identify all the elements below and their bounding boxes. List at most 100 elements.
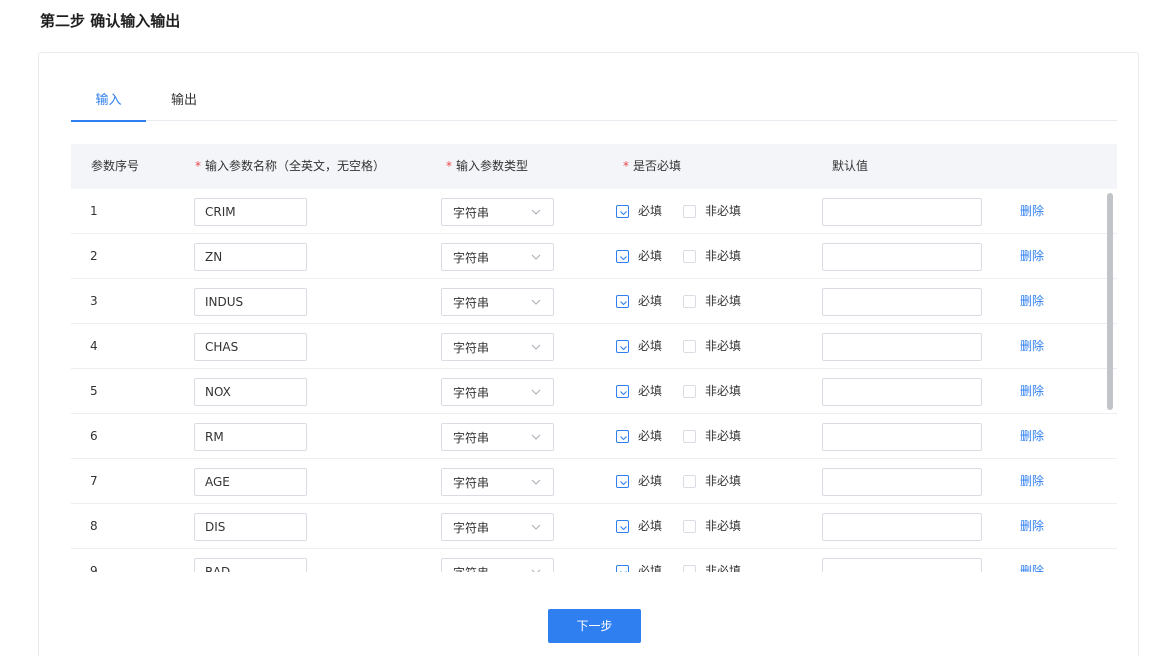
required-label: 必填 [638,519,663,533]
tab-output-label: 输出 [171,93,198,108]
param-type-value: 字符串 [453,251,490,265]
param-type-select[interactable]: 字符串 [441,198,554,226]
required-checkbox[interactable]: 必填 [616,473,662,489]
default-value-input[interactable] [822,423,982,451]
row-index: 7 [90,474,98,488]
param-type-select[interactable]: 字符串 [441,558,554,572]
row-index: 3 [90,294,98,308]
required-checkbox[interactable]: 必填 [616,428,662,444]
next-step-button[interactable]: 下一步 [548,609,641,643]
optional-checkbox[interactable]: 非必填 [683,338,741,354]
param-type-select[interactable]: 字符串 [441,423,554,451]
checkbox-checked-icon [616,339,629,353]
param-type-value: 字符串 [453,565,489,572]
delete-row-link[interactable]: 删除 [1020,518,1044,534]
optional-checkbox[interactable]: 非必填 [683,428,741,444]
header-type: * 输入参数类型 [446,144,528,189]
param-name-input[interactable]: ZN [194,243,307,271]
param-type-select[interactable]: 字符串 [441,333,554,361]
table-row: 7 AGE 字符串 必填 非必填 删除 [71,459,1117,504]
required-checkbox[interactable]: 必填 [616,563,662,572]
table-header: 参数序号 * 输入参数名称（全英文，无空格） * 输入参数类型 * 是否必填 默认值 [71,144,1117,189]
param-name-input[interactable]: CHAS [194,333,307,361]
optional-label: 非必填 [705,564,742,572]
optional-label: 非必填 [705,294,742,308]
required-checkbox[interactable]: 必填 [616,383,662,399]
default-value-input[interactable] [822,288,982,316]
checkbox-empty-icon [683,429,696,443]
param-name-input[interactable]: RAD [194,558,307,572]
default-value-input[interactable] [822,378,982,406]
delete-row-link[interactable]: 删除 [1020,338,1044,354]
optional-checkbox[interactable]: 非必填 [683,248,741,264]
delete-row-link[interactable]: 删除 [1020,293,1044,309]
optional-label: 非必填 [705,384,742,398]
page-title: 第二步 确认输入输出 [40,12,181,30]
delete-row-link[interactable]: 删除 [1020,473,1044,489]
scrollbar-thumb[interactable] [1107,193,1113,410]
row-index: 8 [90,519,98,533]
param-name-input[interactable]: INDUS [194,288,307,316]
params-table: 参数序号 * 输入参数名称（全英文，无空格） * 输入参数类型 * 是否必填 默认值 … [71,144,1117,572]
param-name-input[interactable]: DIS [194,513,307,541]
chevron-down-icon [531,209,541,215]
optional-checkbox[interactable]: 非必填 [683,383,741,399]
param-type-value: 字符串 [453,206,490,220]
optional-label: 非必填 [705,204,742,218]
row-index: 2 [90,249,98,263]
required-checkbox[interactable]: 必填 [616,248,662,264]
checkbox-empty-icon [683,249,696,263]
delete-row-link[interactable]: 删除 [1020,248,1044,264]
param-type-select[interactable]: 字符串 [441,513,554,541]
param-type-select[interactable]: 字符串 [441,468,554,496]
table-row: 5 NOX 字符串 必填 非必填 删除 [71,369,1117,414]
optional-checkbox[interactable]: 非必填 [683,473,741,489]
param-type-select[interactable]: 字符串 [441,243,554,271]
optional-checkbox[interactable]: 非必填 [683,518,741,534]
checkbox-empty-icon [683,204,696,218]
header-required: * 是否必填 [623,144,681,189]
default-value-input[interactable] [822,243,982,271]
delete-row-link[interactable]: 删除 [1020,203,1044,219]
table-scrollbar[interactable] [1104,189,1117,572]
param-name-input[interactable]: CRIM [194,198,307,226]
checkbox-empty-icon [683,339,696,353]
header-name: * 输入参数名称（全英文，无空格） [195,144,385,189]
header-name-label: 输入参数名称（全英文，无空格） [205,159,386,173]
required-checkbox[interactable]: 必填 [616,203,662,219]
default-value-input[interactable] [822,333,982,361]
optional-checkbox[interactable]: 非必填 [683,563,741,572]
optional-checkbox[interactable]: 非必填 [683,203,741,219]
default-value-input[interactable] [822,558,982,572]
param-type-value: 字符串 [453,296,490,310]
row-index: 1 [90,204,98,218]
param-name-input[interactable]: NOX [194,378,307,406]
checkbox-empty-icon [683,294,696,308]
param-type-select[interactable]: 字符串 [441,378,554,406]
tab-bar: 输入 输出 [71,87,1117,122]
delete-row-link[interactable]: 删除 [1020,563,1044,572]
chevron-down-icon [531,299,541,305]
tab-output[interactable]: 输出 [171,91,197,121]
optional-label: 非必填 [705,249,742,263]
required-label: 必填 [638,249,663,263]
delete-row-link[interactable]: 删除 [1020,428,1044,444]
checkbox-checked-icon [616,249,629,263]
table-body: 1 CRIM 字符串 必填 非必填 删除 2 ZN 字符串 必填 非必填 删除 … [71,189,1117,572]
param-name-input[interactable]: RM [194,423,307,451]
main-card: 输入 输出 参数序号 * 输入参数名称（全英文，无空格） * 输入参数类型 * 是否必… [38,52,1139,656]
chevron-down-icon [531,434,541,440]
tab-input[interactable]: 输入 [71,91,146,122]
default-value-input[interactable] [822,198,982,226]
default-value-input[interactable] [822,513,982,541]
param-type-select[interactable]: 字符串 [441,288,554,316]
delete-row-link[interactable]: 删除 [1020,383,1044,399]
required-checkbox[interactable]: 必填 [616,293,662,309]
chevron-down-icon [531,479,541,485]
optional-checkbox[interactable]: 非必填 [683,293,741,309]
default-value-input[interactable] [822,468,982,496]
param-name-input[interactable]: AGE [194,468,307,496]
required-checkbox[interactable]: 必填 [616,338,662,354]
required-checkbox[interactable]: 必填 [616,518,662,534]
header-default: 默认值 [832,159,869,173]
